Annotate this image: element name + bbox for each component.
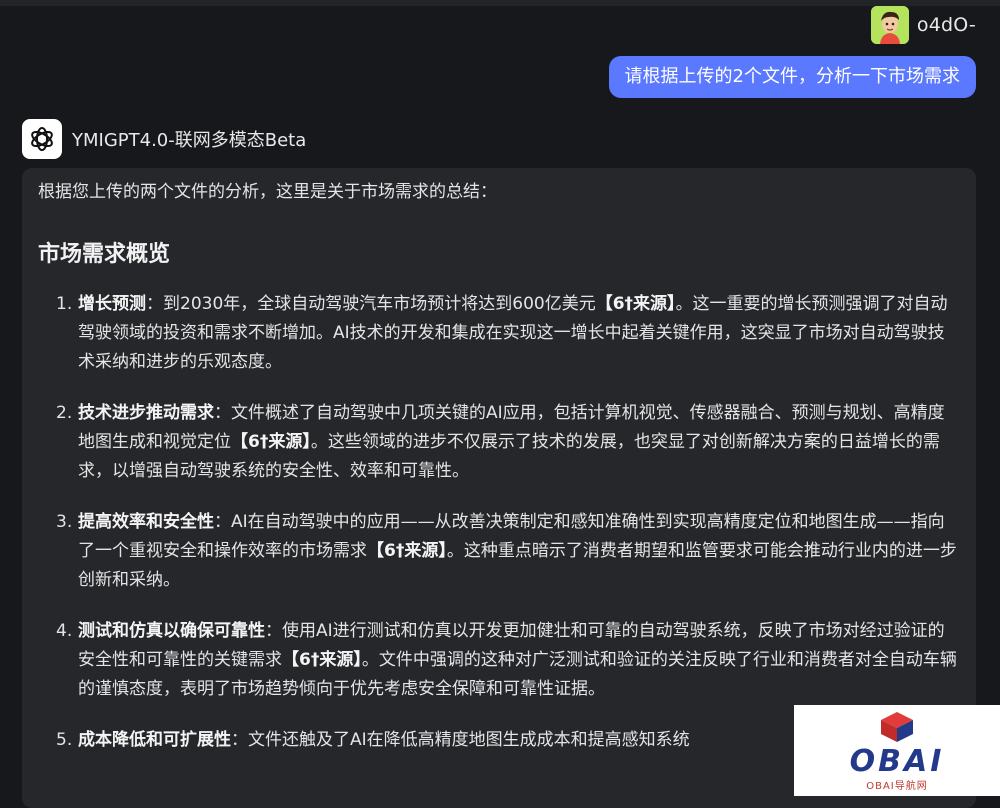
list-item-title: 成本降低和可扩展性 [78,730,231,750]
user-header: o4dO- [870,6,976,44]
list-item-citation: 【6†来源】 [595,294,676,314]
list-item-title: 技术进步推动需求 [78,403,214,423]
list-item-number: 2. [56,403,73,423]
cube-logo-icon [881,711,913,742]
list-item-citation: 【6†来源】 [231,432,311,452]
list-item-number: 5. [56,730,73,750]
assistant-name: YMIGPT4.0-联网多模态Beta [72,130,307,151]
user-avatar-icon [870,6,909,44]
top-edge-bar [0,0,1000,6]
list-item-text: ：文件还触及了AI在降低高精度地图生成成本和提高感知系统 [231,730,690,750]
list-item-title: 增长预测 [78,294,146,314]
watermark-subtitle: OBAI导航网 [866,780,928,792]
list-item-number: 1. [56,294,73,314]
obai-watermark: OBAI OBAI导航网 [794,705,1000,796]
list-item: 2. 技术进步推动需求：文件概述了自动驾驶中几项关键的AI应用，包括计算机视觉、… [38,399,958,486]
assistant-logo [22,119,62,159]
list-item-citation: 【6†来源】 [282,650,362,670]
user-name: o4dO- [916,14,976,36]
section-title: 市场需求概览 [38,242,171,267]
list-item: 3. 提高效率和安全性：AI在自动驾驶中的应用——从改善决策制定和感知准确性到实… [38,508,958,595]
openai-knot-icon [31,127,53,151]
list-item-number: 4. [56,621,73,641]
list-item-title: 提高效率和安全性 [78,512,214,532]
list-item-citation: 【6†来源】 [367,541,447,561]
user-message-text: 请根据上传的2个文件，分析一下市场需求 [624,66,960,87]
list-item-title: 测试和仿真以确保可靠性 [78,621,265,641]
list-item-text: ：到2030年，全球自动驾驶汽车市场预计将达到600亿美元 [146,294,596,314]
user-message-bubble: 请根据上传的2个文件，分析一下市场需求 [608,56,976,98]
list-item-number: 3. [56,512,73,532]
watermark-text: OBAI [849,743,945,779]
list-item: 4. 测试和仿真以确保可靠性：使用AI进行测试和仿真以开发更加健壮和可靠的自动驾… [38,617,958,704]
answer-intro: 根据您上传的两个文件的分析，这里是关于市场需求的总结： [38,182,497,202]
assistant-header: YMIGPT4.0-联网多模态Beta [22,119,306,159]
list-item: 1. 增长预测：到2030年，全球自动驾驶汽车市场预计将达到600亿美元【6†来… [38,290,958,377]
demand-list: 1. 增长预测：到2030年，全球自动驾驶汽车市场预计将达到600亿美元【6†来… [38,290,958,755]
user-avatar[interactable] [870,6,909,44]
